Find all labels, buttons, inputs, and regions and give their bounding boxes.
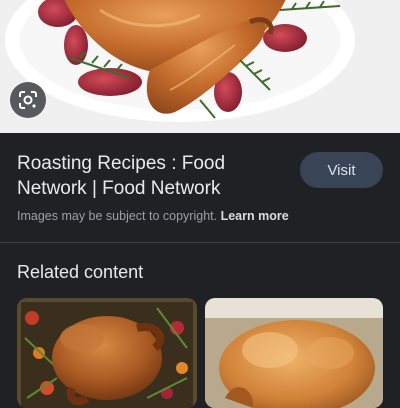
result-title[interactable]: Roasting Recipes : Food Network | Food N… <box>17 151 287 201</box>
copyright-notice: Images may be subject to copyright. Lear… <box>17 209 289 223</box>
related-item[interactable] <box>17 298 197 408</box>
divider <box>0 242 400 243</box>
google-lens-icon <box>19 91 37 109</box>
learn-more-link[interactable]: Learn more <box>221 209 289 223</box>
copyright-text: Images may be subject to copyright. <box>17 209 218 223</box>
related-item[interactable] <box>205 298 383 408</box>
visit-button[interactable]: Visit <box>300 152 383 188</box>
related-content-heading: Related content <box>17 262 144 282</box>
related-image-turkey <box>17 298 197 408</box>
result-info: Roasting Recipes : Food Network | Food N… <box>0 133 400 243</box>
turkey-image <box>0 0 400 133</box>
hero-image[interactable] <box>0 0 400 133</box>
related-image-chicken <box>205 298 383 408</box>
google-lens-button[interactable] <box>10 82 46 118</box>
